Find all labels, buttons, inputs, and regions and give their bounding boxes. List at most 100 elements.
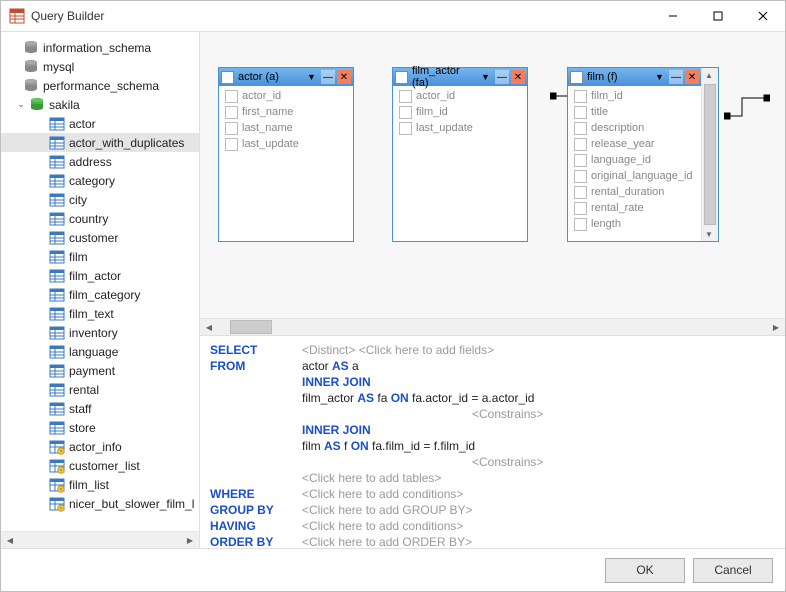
- column-actor_id[interactable]: actor_id: [221, 88, 351, 104]
- column-last_update[interactable]: last_update: [395, 120, 525, 136]
- sql-editor[interactable]: SELECT <Distinct> <Click here to add fie…: [200, 335, 785, 548]
- close-button[interactable]: [740, 1, 785, 31]
- diagram-table-film[interactable]: film (f)▼—✕film_idtitledescriptionreleas…: [567, 67, 719, 242]
- hint-groupby[interactable]: <Click here to add GROUP BY>: [302, 502, 473, 518]
- table-header[interactable]: actor (a)▼—✕: [219, 68, 353, 86]
- hint-having[interactable]: <Click here to add conditions>: [302, 518, 463, 534]
- tree-item-information_schema[interactable]: information_schema: [1, 38, 199, 57]
- diagram-table-film_actor[interactable]: film_actor (fa)▼—✕actor_idfilm_idlast_up…: [392, 67, 528, 242]
- table-select-all-checkbox[interactable]: [570, 71, 583, 84]
- column-film_id[interactable]: film_id: [395, 104, 525, 120]
- scroll-right-icon[interactable]: ▶: [183, 533, 197, 547]
- column-checkbox[interactable]: [399, 90, 412, 103]
- hint-constraints-1[interactable]: <Constrains>: [472, 406, 543, 422]
- column-release_year[interactable]: release_year: [570, 136, 699, 152]
- diagram-canvas[interactable]: actor (a)▼—✕actor_idfirst_namelast_namel…: [200, 32, 785, 318]
- column-checkbox[interactable]: [574, 154, 587, 167]
- scroll-down-icon[interactable]: ▼: [702, 227, 716, 241]
- table-header[interactable]: film_actor (fa)▼—✕: [393, 68, 527, 86]
- canvas-horizontal-scrollbar[interactable]: ◀ ▶: [200, 318, 785, 335]
- column-checkbox[interactable]: [574, 186, 587, 199]
- close-table-icon[interactable]: ✕: [511, 70, 525, 84]
- column-checkbox[interactable]: [574, 106, 587, 119]
- table-header[interactable]: film (f)▼—✕: [568, 68, 701, 86]
- tree-item-inventory[interactable]: inventory: [1, 323, 199, 342]
- column-first_name[interactable]: first_name: [221, 104, 351, 120]
- column-checkbox[interactable]: [399, 106, 412, 119]
- tree-item-film[interactable]: film: [1, 247, 199, 266]
- table-select-all-checkbox[interactable]: [395, 71, 408, 84]
- column-checkbox[interactable]: [574, 218, 587, 231]
- scrollbar-thumb[interactable]: [704, 84, 716, 225]
- column-last_update[interactable]: last_update: [221, 136, 351, 152]
- hint-tables[interactable]: <Click here to add tables>: [302, 470, 441, 486]
- column-rental_duration[interactable]: rental_duration: [570, 184, 699, 200]
- hint-constraints-2[interactable]: <Constrains>: [472, 454, 543, 470]
- tree-item-actor_with_duplicates[interactable]: actor_with_duplicates: [1, 133, 199, 152]
- hint-fields[interactable]: <Click here to add fields>: [359, 342, 494, 358]
- hint-where[interactable]: <Click here to add conditions>: [302, 486, 463, 502]
- scroll-up-icon[interactable]: ▲: [702, 68, 716, 82]
- column-checkbox[interactable]: [574, 202, 587, 215]
- tree-item-staff[interactable]: staff: [1, 399, 199, 418]
- chevron-down-icon[interactable]: ▼: [481, 72, 491, 82]
- column-checkbox[interactable]: [225, 106, 238, 119]
- minimize-table-icon[interactable]: —: [669, 70, 683, 84]
- chevron-down-icon[interactable]: ▼: [655, 72, 665, 82]
- chevron-down-icon[interactable]: ▼: [307, 72, 317, 82]
- tree-item-city[interactable]: city: [1, 190, 199, 209]
- minimize-table-icon[interactable]: —: [321, 70, 335, 84]
- column-original_language_id[interactable]: original_language_id: [570, 168, 699, 184]
- table-select-all-checkbox[interactable]: [221, 71, 234, 84]
- tree-item-film_text[interactable]: film_text: [1, 304, 199, 323]
- cancel-button[interactable]: Cancel: [693, 558, 773, 583]
- tree-item-customer[interactable]: customer: [1, 228, 199, 247]
- column-length[interactable]: length: [570, 216, 699, 232]
- minimize-button[interactable]: [650, 1, 695, 31]
- table-vertical-scrollbar[interactable]: ▲▼: [701, 68, 718, 241]
- tree-item-performance_schema[interactable]: performance_schema: [1, 76, 199, 95]
- tree-item-sakila[interactable]: ⌄sakila: [1, 95, 199, 114]
- column-checkbox[interactable]: [574, 90, 587, 103]
- tree-item-language[interactable]: language: [1, 342, 199, 361]
- hint-distinct[interactable]: <Distinct>: [302, 342, 355, 358]
- column-checkbox[interactable]: [399, 122, 412, 135]
- tree-item-actor_info[interactable]: actor_info: [1, 437, 199, 456]
- tree-item-payment[interactable]: payment: [1, 361, 199, 380]
- tree-item-store[interactable]: store: [1, 418, 199, 437]
- scroll-left-icon[interactable]: ◀: [202, 320, 216, 334]
- scroll-right-icon[interactable]: ▶: [769, 320, 783, 334]
- column-checkbox[interactable]: [574, 122, 587, 135]
- tree-item-actor[interactable]: actor: [1, 114, 199, 133]
- scroll-left-icon[interactable]: ◀: [3, 533, 17, 547]
- tree-item-address[interactable]: address: [1, 152, 199, 171]
- collapse-icon[interactable]: ⌄: [15, 99, 27, 110]
- diagram-table-actor[interactable]: actor (a)▼—✕actor_idfirst_namelast_namel…: [218, 67, 354, 242]
- column-description[interactable]: description: [570, 120, 699, 136]
- column-language_id[interactable]: language_id: [570, 152, 699, 168]
- tree-item-country[interactable]: country: [1, 209, 199, 228]
- column-checkbox[interactable]: [225, 90, 238, 103]
- tree-item-mysql[interactable]: mysql: [1, 57, 199, 76]
- tree-item-category[interactable]: category: [1, 171, 199, 190]
- tree-item-film_list[interactable]: film_list: [1, 475, 199, 494]
- column-film_id[interactable]: film_id: [570, 88, 699, 104]
- column-checkbox[interactable]: [225, 138, 238, 151]
- tree-item-film_category[interactable]: film_category: [1, 285, 199, 304]
- close-table-icon[interactable]: ✕: [337, 70, 351, 84]
- tree-item-customer_list[interactable]: customer_list: [1, 456, 199, 475]
- ok-button[interactable]: OK: [605, 558, 685, 583]
- tree-item-film_actor[interactable]: film_actor: [1, 266, 199, 285]
- scrollbar-thumb[interactable]: [230, 320, 272, 334]
- close-table-icon[interactable]: ✕: [685, 70, 699, 84]
- column-checkbox[interactable]: [225, 122, 238, 135]
- maximize-button[interactable]: [695, 1, 740, 31]
- tree-item-nicer_but_slower_film_l[interactable]: nicer_but_slower_film_l: [1, 494, 199, 513]
- tree-horizontal-scrollbar[interactable]: ◀ ▶: [1, 531, 199, 548]
- minimize-table-icon[interactable]: —: [495, 70, 509, 84]
- column-rental_rate[interactable]: rental_rate: [570, 200, 699, 216]
- column-last_name[interactable]: last_name: [221, 120, 351, 136]
- column-checkbox[interactable]: [574, 170, 587, 183]
- column-actor_id[interactable]: actor_id: [395, 88, 525, 104]
- tree-item-rental[interactable]: rental: [1, 380, 199, 399]
